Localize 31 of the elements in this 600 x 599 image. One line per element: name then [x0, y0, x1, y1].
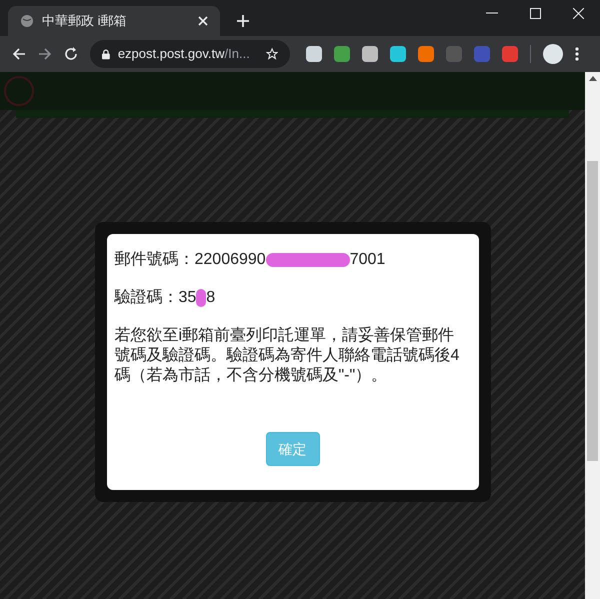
- new-tab-icon[interactable]: [236, 14, 250, 28]
- minimize-icon[interactable]: [486, 12, 498, 14]
- code-label: 驗證碼：: [114, 288, 178, 308]
- maximize-icon[interactable]: [530, 8, 541, 19]
- close-icon[interactable]: [198, 16, 208, 26]
- star-icon[interactable]: [266, 47, 278, 61]
- extension-icon[interactable]: [362, 46, 378, 62]
- browser-tab[interactable]: 中華郵政 i郵箱: [8, 6, 220, 36]
- back-arrow-icon[interactable]: [12, 47, 26, 61]
- extension-icon[interactable]: [306, 46, 322, 62]
- reload-icon[interactable]: [64, 47, 78, 61]
- tracking-number-end: 7001: [350, 250, 386, 270]
- forward-arrow-icon[interactable]: [38, 47, 52, 61]
- tracking-label: 郵件號碼：: [114, 250, 194, 270]
- extension-icon[interactable]: [334, 46, 350, 62]
- profile-avatar[interactable]: [543, 44, 563, 64]
- notice-text: 若您欲至i郵箱前臺列印託運單，請妥善保管郵件號碼及驗證碼。驗證碼為寄件人聯絡電話號碼後4碼（若為市話，不含分機號碼及"-"）。: [114, 326, 460, 386]
- scroll-up-icon[interactable]: [588, 76, 596, 81]
- scrollbar-thumb[interactable]: [587, 161, 598, 461]
- globe-icon: [20, 14, 34, 28]
- tracking-number-start: 22006990: [194, 250, 266, 270]
- close-window-icon[interactable]: [573, 8, 584, 19]
- redaction-mark: [196, 289, 206, 307]
- extension-icon[interactable]: [418, 46, 434, 62]
- menu-icon[interactable]: [575, 47, 579, 61]
- url-text: ezpost.post.gov.tw/In...: [118, 45, 250, 64]
- lock-icon: [102, 48, 110, 60]
- code-start: 35: [178, 288, 196, 308]
- address-bar[interactable]: ezpost.post.gov.tw/In...: [90, 40, 290, 68]
- code-end: 8: [206, 288, 216, 308]
- extension-icon[interactable]: [390, 46, 406, 62]
